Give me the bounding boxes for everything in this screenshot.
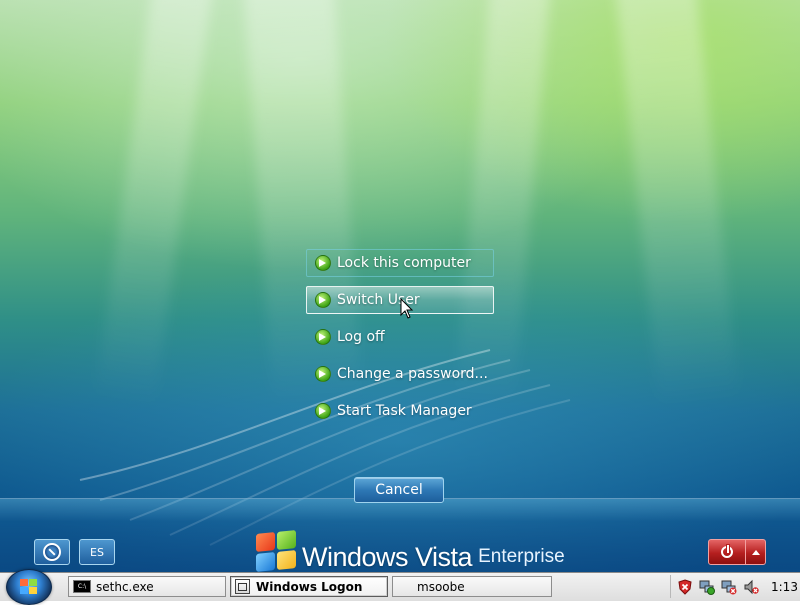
arrow-right-icon [315, 366, 331, 382]
menu-item-label: Change a password... [337, 366, 488, 382]
lock-computer-option[interactable]: Lock this computer [306, 249, 494, 277]
security-alert-icon[interactable] [677, 578, 693, 595]
arrow-right-icon [315, 403, 331, 419]
arrow-right-icon [315, 292, 331, 308]
clock[interactable]: 1:13 [771, 580, 798, 594]
language-button[interactable]: ES [79, 539, 115, 565]
cancel-button[interactable]: Cancel [354, 477, 444, 503]
ease-of-access-button[interactable] [34, 539, 70, 565]
brand-edition: Enterprise [478, 546, 565, 567]
windows-vista-logo: Windows Vista Enterprise [254, 528, 565, 572]
security-options-menu: Lock this computer Switch User Log off C… [306, 249, 494, 434]
chevron-up-icon [751, 549, 760, 555]
system-tray: 1:13 [670, 575, 800, 598]
taskbar-item-label: sethc.exe [96, 579, 154, 594]
taskbar-item-msoobe[interactable]: msoobe [392, 576, 552, 597]
mouse-pointer-icon [400, 298, 414, 319]
power-options-button[interactable] [746, 539, 766, 565]
console-icon: C:\ [73, 580, 91, 593]
menu-item-label: Start Task Manager [337, 403, 472, 419]
start-task-manager-option[interactable]: Start Task Manager [306, 397, 494, 425]
window-icon [235, 579, 250, 594]
taskbar: C:\ sethc.exe Windows Logon msoobe 1:13 [0, 569, 800, 605]
ease-of-access-icon [43, 543, 61, 561]
taskbar-item-windows-logon[interactable]: Windows Logon [230, 576, 388, 597]
menu-item-label: Log off [337, 329, 385, 345]
power-icon [721, 544, 733, 558]
arrow-right-icon [315, 255, 331, 271]
log-off-option[interactable]: Log off [306, 323, 494, 351]
windows-orb-icon [20, 579, 38, 595]
power-controls [708, 539, 766, 565]
taskbar-item-label: Windows Logon [256, 579, 363, 594]
windows-flag-icon [254, 530, 298, 572]
menu-item-label: Lock this computer [337, 255, 471, 271]
volume-muted-icon[interactable] [743, 579, 759, 595]
shut-down-button[interactable] [708, 539, 746, 565]
network-disconnected-icon[interactable] [721, 579, 737, 595]
change-password-option[interactable]: Change a password... [306, 360, 494, 388]
network-icon[interactable] [699, 579, 715, 595]
light-streak [613, 0, 747, 483]
taskbar-item-label: msoobe [417, 579, 465, 594]
taskbar-item-sethc[interactable]: C:\ sethc.exe [68, 576, 226, 597]
brand-name: Windows Vista [302, 542, 473, 572]
arrow-right-icon [315, 329, 331, 345]
